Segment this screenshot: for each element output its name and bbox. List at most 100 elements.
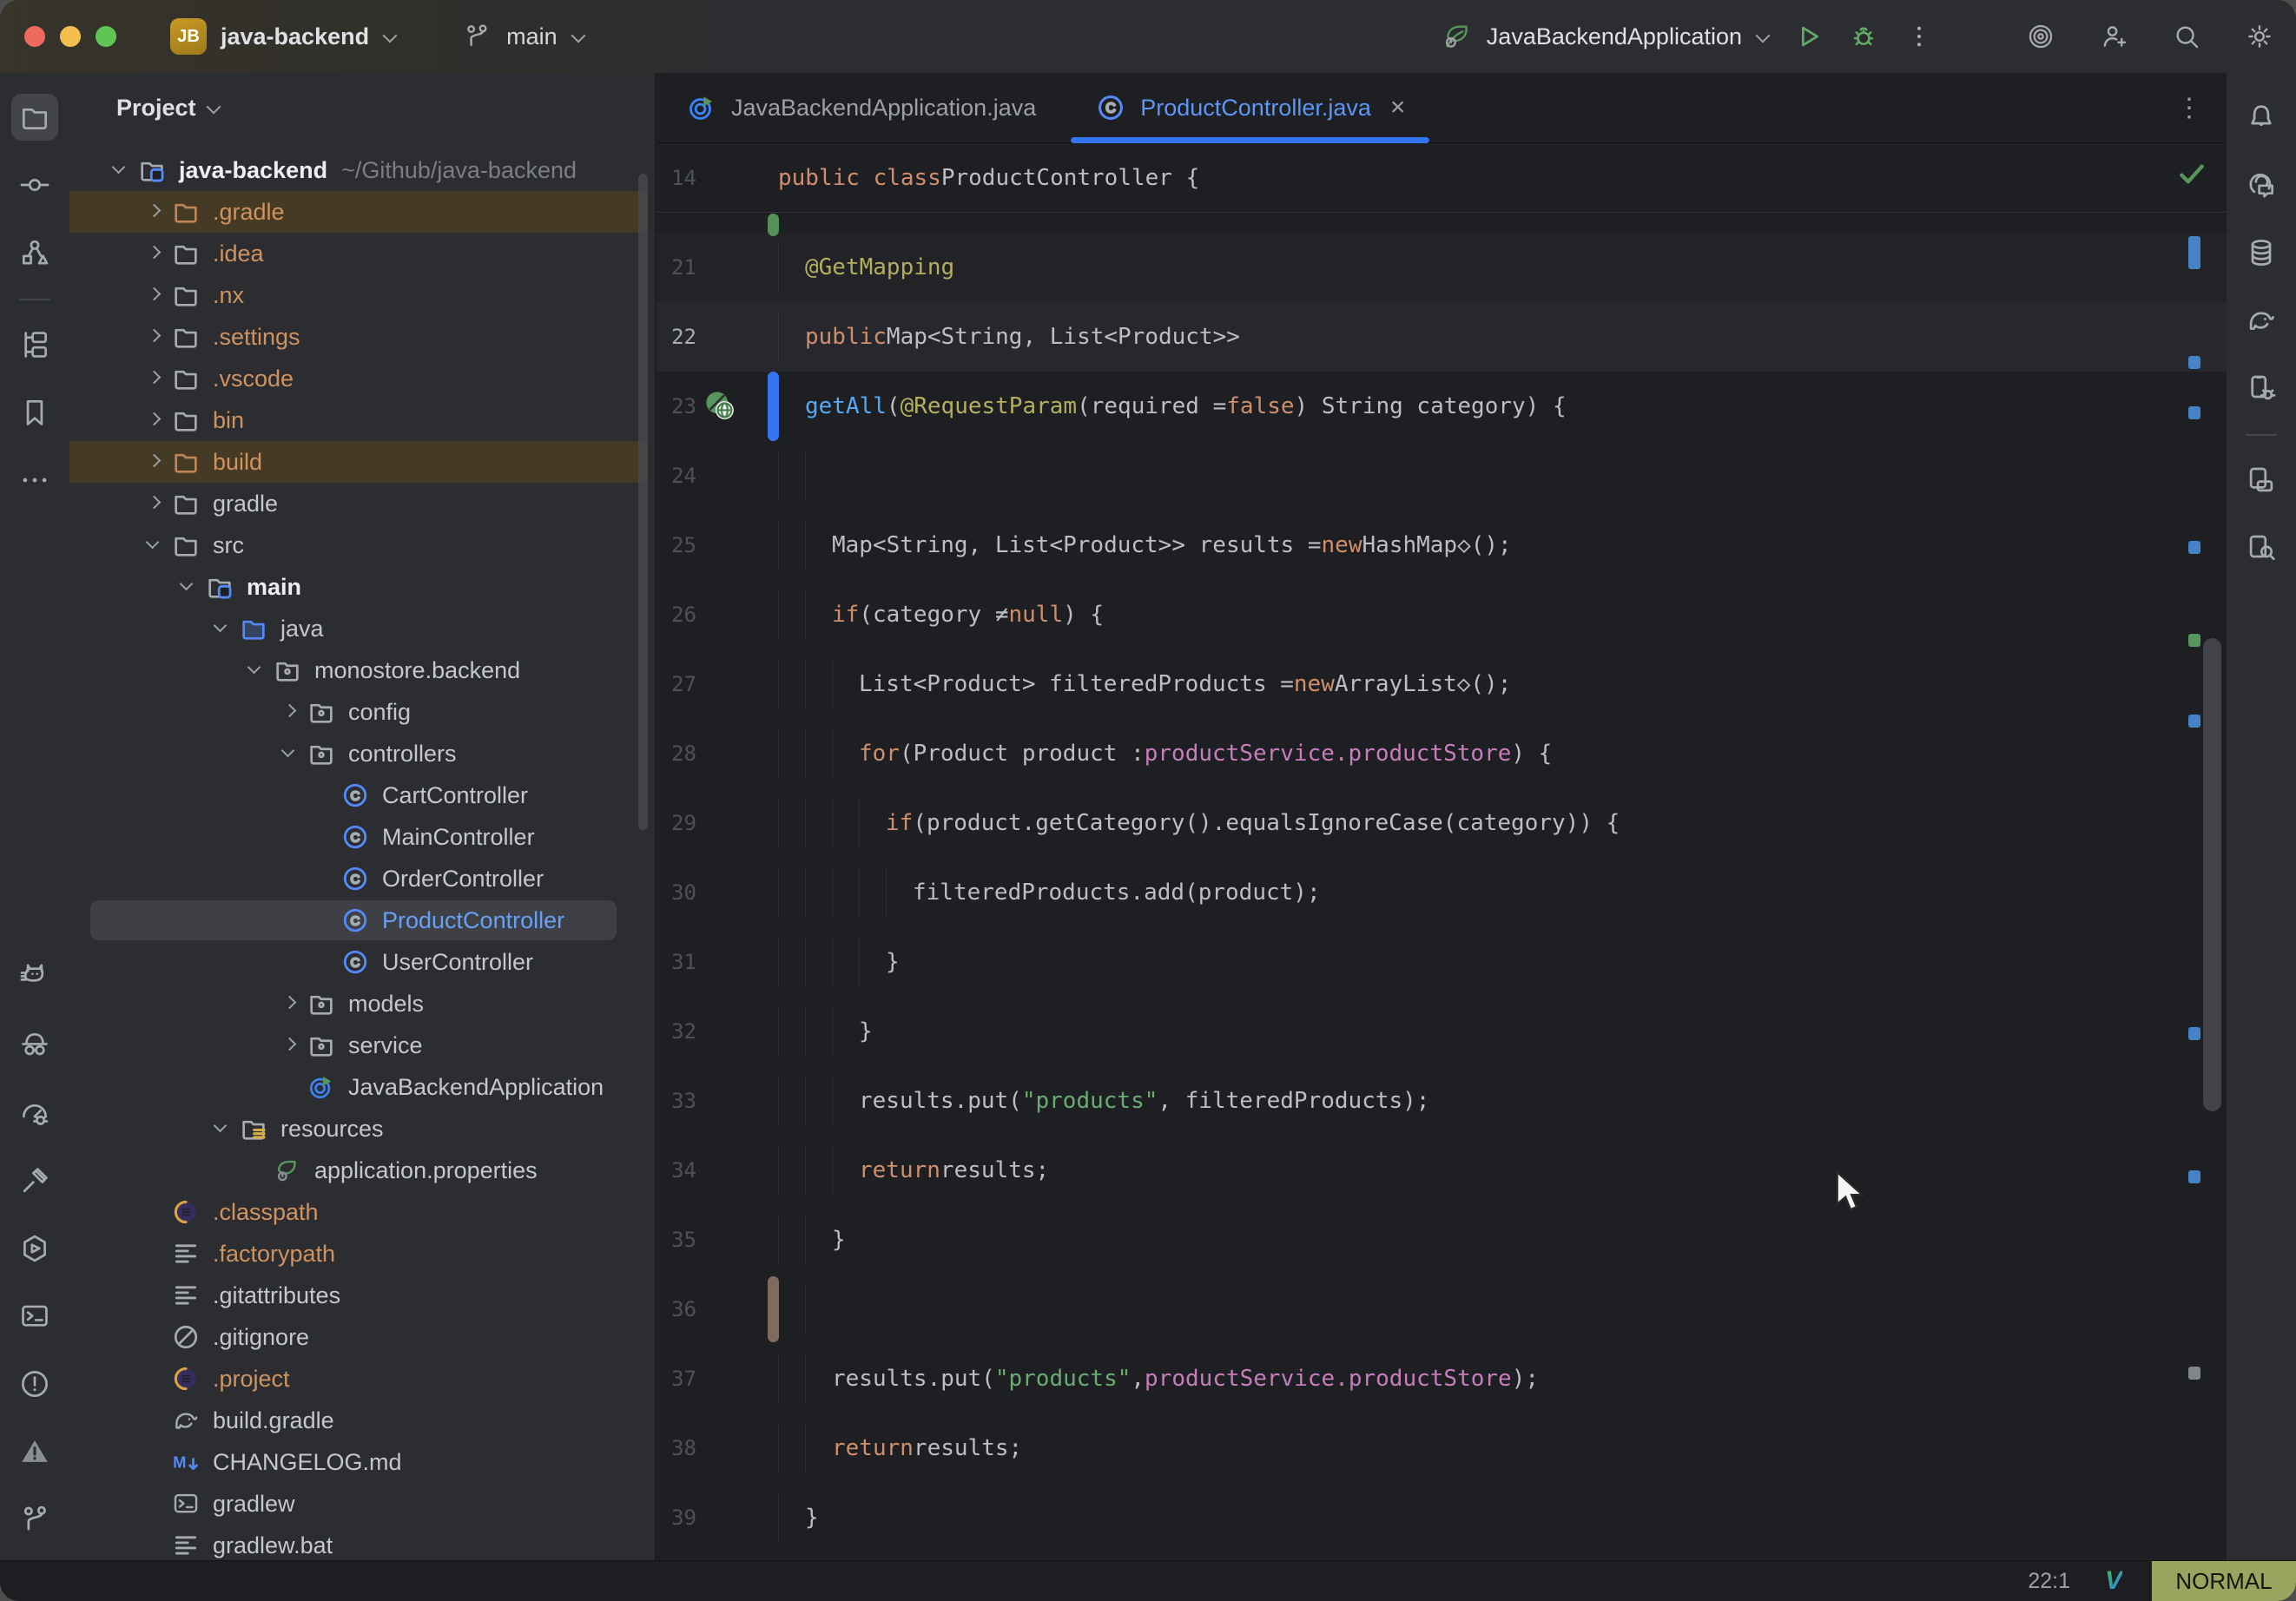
code-line-38[interactable]: 38return results; <box>656 1413 2227 1483</box>
tree-item-bin[interactable]: bin <box>69 399 655 441</box>
chevron-right-icon[interactable] <box>139 197 168 227</box>
tree-item--settings[interactable]: .settings <box>69 316 655 358</box>
search-icon[interactable] <box>2167 17 2206 56</box>
code-line-39[interactable]: 39} <box>656 1483 2227 1552</box>
project-folder-icon[interactable] <box>11 94 58 141</box>
tree-item-maincontroller[interactable]: CMainController <box>69 816 655 858</box>
tree-item-config[interactable]: config <box>69 691 655 733</box>
tree-item--idea[interactable]: .idea <box>69 233 655 274</box>
code-line-29[interactable]: 29if (product.getCategory().equalsIgnore… <box>656 788 2227 858</box>
code-line-21[interactable]: 21@GetMapping <box>656 233 2227 302</box>
vcs-marker-modified[interactable] <box>768 372 779 441</box>
editor-tab-productcontroller-java[interactable]: CProductController.java× <box>1066 73 1435 142</box>
code-line-26[interactable]: 26if (category ≠ null) { <box>656 580 2227 649</box>
tree-item-usercontroller[interactable]: CUserController <box>69 941 655 983</box>
device-manager-icon[interactable] <box>2238 365 2285 412</box>
code-line-35[interactable]: 35} <box>656 1205 2227 1275</box>
chevron-right-icon[interactable] <box>274 697 304 727</box>
vim-mode-badge[interactable]: NORMAL <box>2152 1561 2296 1601</box>
tree-item--project[interactable]: .project <box>69 1358 655 1400</box>
code-line-23[interactable]: 23getAll(@RequestParam(required = false)… <box>656 372 2227 441</box>
error-stripe-mark[interactable] <box>2188 236 2200 269</box>
ai-assistant-icon[interactable] <box>2238 161 2285 208</box>
ideavim-icon[interactable]: V <box>2105 1566 2122 1596</box>
tree-item-build[interactable]: build <box>69 441 655 483</box>
code-line-25[interactable]: 25Map<String, List<Product>> results = n… <box>656 511 2227 580</box>
editor-tab-javabackendapplication-java[interactable]: JavaBackendApplication.java <box>656 73 1066 142</box>
notifications-icon[interactable] <box>2238 94 2285 141</box>
error-stripe-mark[interactable] <box>2188 541 2200 554</box>
git-branch-icon[interactable] <box>11 1496 58 1543</box>
chevron-right-icon[interactable] <box>139 364 168 393</box>
tree-item--nx[interactable]: .nx <box>69 274 655 316</box>
chevron-right-icon[interactable] <box>139 447 168 477</box>
chevron-down-icon[interactable] <box>274 739 304 768</box>
build-icon[interactable] <box>11 1157 58 1204</box>
find-icon[interactable] <box>2238 524 2285 571</box>
services-icon[interactable] <box>11 1225 58 1272</box>
tree-item-changelog-md[interactable]: MCHANGELOG.md <box>69 1441 655 1483</box>
tree-item-service[interactable]: service <box>69 1025 655 1066</box>
tab-options-kebab-icon[interactable]: ⋮ <box>2176 73 2202 142</box>
code-line-22[interactable]: 22public Map<String, List<Product>> <box>656 302 2227 372</box>
code-line-32[interactable]: 32} <box>656 997 2227 1066</box>
project-tree-scrollbar[interactable] <box>638 174 648 830</box>
chevron-right-icon[interactable] <box>139 322 168 352</box>
structure-icon[interactable] <box>11 229 58 276</box>
tree-item-productcontroller[interactable]: CProductController <box>69 899 655 941</box>
chevron-right-icon[interactable] <box>139 405 168 435</box>
tree-item-resources[interactable]: resources <box>69 1108 655 1150</box>
chevron-down-icon[interactable] <box>207 614 236 643</box>
tree-item-models[interactable]: models <box>69 983 655 1025</box>
code-line-24[interactable]: 24 <box>656 441 2227 511</box>
close-window-button[interactable] <box>24 26 45 47</box>
tree-item--gitattributes[interactable]: .gitattributes <box>69 1275 655 1316</box>
tree-item-javabackendapplication[interactable]: JavaBackendApplication <box>69 1066 655 1108</box>
tree-item-cartcontroller[interactable]: CCartController <box>69 774 655 816</box>
code-line-36[interactable]: 36 <box>656 1275 2227 1344</box>
code-line-31[interactable]: 31} <box>656 927 2227 997</box>
error-stripe-mark[interactable] <box>2188 406 2200 419</box>
gradle-icon[interactable] <box>2238 297 2285 344</box>
chevron-right-icon[interactable] <box>139 280 168 310</box>
tree-item-main[interactable]: main <box>69 566 655 608</box>
tree-item-build-gradle[interactable]: build.gradle <box>69 1400 655 1441</box>
project-panel-header[interactable]: Project <box>69 73 655 142</box>
commit-icon[interactable] <box>11 161 58 208</box>
code-line-28[interactable]: 28for (Product product : productService.… <box>656 719 2227 788</box>
warning-icon[interactable] <box>11 1428 58 1475</box>
close-tab-icon[interactable]: × <box>1390 93 1406 122</box>
tree-item-monostore-backend[interactable]: monostore.backend <box>69 649 655 691</box>
error-stripe-mark[interactable] <box>2188 1027 2200 1040</box>
project-switcher[interactable]: JB java-backend <box>170 18 400 55</box>
type-hierarchy-icon[interactable] <box>11 321 58 368</box>
caret-position[interactable]: 22:1 <box>2028 1569 2070 1594</box>
editor-scrollbar[interactable] <box>2203 638 2221 1111</box>
tree-item-src[interactable]: src <box>69 524 655 566</box>
database-icon[interactable] <box>2238 229 2285 276</box>
kebab-icon[interactable] <box>1900 17 1938 56</box>
tree-item--factorypath[interactable]: .factorypath <box>69 1233 655 1275</box>
endpoint-gutter-icon[interactable] <box>702 372 740 441</box>
settings-icon[interactable] <box>2240 17 2279 56</box>
tree-item-gradlew[interactable]: gradlew <box>69 1483 655 1525</box>
incognito-icon[interactable] <box>11 1022 58 1069</box>
code-viewport[interactable]: 21@GetMapping22public Map<String, List<P… <box>656 214 2227 1560</box>
error-stripe-mark[interactable] <box>2188 634 2200 647</box>
code-with-me-icon[interactable] <box>2095 17 2133 56</box>
run-configuration-widget[interactable]: JavaBackendApplication <box>1438 17 1773 56</box>
problems-icon[interactable] <box>11 1361 58 1407</box>
code-line-34[interactable]: 34return results; <box>656 1136 2227 1205</box>
chevron-down-icon[interactable] <box>105 155 135 185</box>
chevron-down-icon[interactable] <box>207 1114 236 1143</box>
tree-item-gradle[interactable]: gradle <box>69 483 655 524</box>
tree-item-gradlew-bat[interactable]: gradlew.bat <box>69 1525 655 1560</box>
error-stripe-mark[interactable] <box>2188 715 2200 728</box>
tree-item-application-properties[interactable]: application.properties <box>69 1150 655 1191</box>
code-line-30[interactable]: 30filteredProducts.add(product); <box>656 858 2227 927</box>
cat-plugin-icon[interactable] <box>11 954 58 1001</box>
minimize-window-button[interactable] <box>60 26 81 47</box>
tree-item-java-backend[interactable]: java-backend~/Github/java-backend <box>69 149 655 191</box>
code-line-14[interactable]: 14public class ProductController { <box>656 143 2227 213</box>
code-line-33[interactable]: 33results.put("products", filteredProduc… <box>656 1066 2227 1136</box>
